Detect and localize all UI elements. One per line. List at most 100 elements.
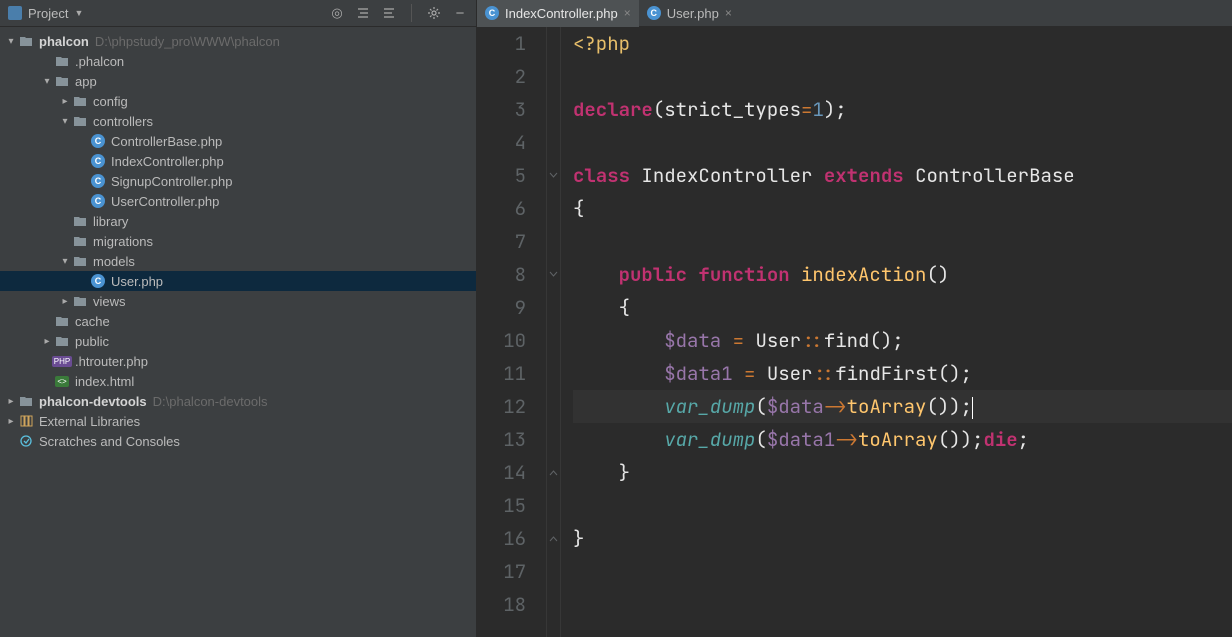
close-icon[interactable]: × bbox=[725, 6, 732, 20]
fold-start-icon bbox=[547, 258, 560, 291]
tree-item[interactable]: CControllerBase.php bbox=[0, 131, 476, 151]
code-line[interactable]: $data = User::find(); bbox=[573, 324, 1232, 357]
code-line[interactable] bbox=[573, 225, 1232, 258]
chevron-right-icon: ▸ bbox=[58, 296, 72, 307]
folder-icon bbox=[72, 113, 88, 129]
php-class-icon: C bbox=[90, 273, 106, 289]
tree-item-external-libraries[interactable]: ▸ External Libraries bbox=[0, 411, 476, 431]
fold-start-icon bbox=[547, 159, 560, 192]
tree-label: controllers bbox=[93, 114, 153, 129]
project-sidebar: Project ▼ ◎ − ▾ phalcon bbox=[0, 0, 477, 637]
folder-icon bbox=[72, 93, 88, 109]
php-class-icon: C bbox=[90, 193, 106, 209]
tree-item[interactable]: ▸public bbox=[0, 331, 476, 351]
tree-label: app bbox=[75, 74, 97, 89]
tree-label: cache bbox=[75, 314, 110, 329]
line-number: 3 bbox=[477, 93, 526, 126]
tree-item[interactable]: .phalcon bbox=[0, 51, 476, 71]
sidebar-header: Project ▼ ◎ − bbox=[0, 0, 476, 27]
folder-icon bbox=[18, 393, 34, 409]
code-line[interactable]: { bbox=[573, 192, 1232, 225]
hide-icon[interactable]: − bbox=[452, 5, 468, 21]
gear-icon[interactable] bbox=[426, 5, 442, 21]
expand-icon[interactable] bbox=[355, 5, 371, 21]
tree-item[interactable]: ▸ config bbox=[0, 91, 476, 111]
project-dropdown[interactable]: Project ▼ bbox=[8, 6, 83, 21]
code-line[interactable]: class IndexController extends Controller… bbox=[573, 159, 1232, 192]
code-line[interactable]: } bbox=[573, 522, 1232, 555]
code-line[interactable]: declare(strict_types=1); bbox=[573, 93, 1232, 126]
editor-body[interactable]: 123456789101112131415161718 <?phpdeclare… bbox=[477, 27, 1232, 637]
line-number: 14 bbox=[477, 456, 526, 489]
folder-icon bbox=[54, 313, 70, 329]
editor-tabs: CIndexController.php× C User.php × bbox=[477, 0, 1232, 27]
line-number: 9 bbox=[477, 291, 526, 324]
php-class-icon: C bbox=[647, 6, 661, 20]
tree-label: User.php bbox=[111, 274, 163, 289]
tab-label: User.php bbox=[667, 6, 719, 21]
code-line[interactable] bbox=[573, 555, 1232, 588]
code-line[interactable] bbox=[573, 126, 1232, 159]
tree-item[interactable]: <>index.html bbox=[0, 371, 476, 391]
tree-item[interactable]: C SignupController.php bbox=[0, 171, 476, 191]
chevron-right-icon: ▸ bbox=[4, 396, 18, 407]
code-line[interactable]: var_dump($data1->toArray());die; bbox=[573, 423, 1232, 456]
chevron-right-icon: ▸ bbox=[58, 96, 72, 107]
tree-item[interactable]: CUserController.php bbox=[0, 191, 476, 211]
code-line[interactable]: var_dump($data->toArray()); bbox=[573, 390, 1232, 423]
php-class-icon: C bbox=[90, 153, 106, 169]
library-icon bbox=[18, 413, 34, 429]
editor-pane: CIndexController.php×CUser.php× 12345678… bbox=[477, 0, 1232, 637]
line-number: 1 bbox=[477, 27, 526, 60]
line-number: 2 bbox=[477, 60, 526, 93]
chevron-down-icon: ▼ bbox=[74, 8, 83, 18]
editor-tab[interactable]: C User.php × bbox=[639, 0, 740, 27]
tree-item[interactable]: cache bbox=[0, 311, 476, 331]
folder-icon bbox=[18, 33, 34, 49]
tree-item-scratches[interactable]: Scratches and Consoles bbox=[0, 431, 476, 451]
tree-item[interactable]: CIndexController.php bbox=[0, 151, 476, 171]
close-icon[interactable]: × bbox=[624, 6, 631, 20]
tree-label: SignupController.php bbox=[111, 174, 232, 189]
code-line[interactable]: { bbox=[573, 291, 1232, 324]
tree-item-devtools[interactable]: ▸ phalcon-devtools D:\phalcon-devtools bbox=[0, 391, 476, 411]
code-line[interactable]: } bbox=[573, 456, 1232, 489]
code-line[interactable]: $data1 = User::findFirst(); bbox=[573, 357, 1232, 390]
code-line[interactable]: public function indexAction() bbox=[573, 258, 1232, 291]
tree-item[interactable]: migrations bbox=[0, 231, 476, 251]
code-line[interactable] bbox=[573, 60, 1232, 93]
target-icon[interactable]: ◎ bbox=[329, 5, 345, 21]
tree-item[interactable]: library bbox=[0, 211, 476, 231]
chevron-down-icon: ▾ bbox=[40, 76, 54, 87]
tree-path: D:\phalcon-devtools bbox=[153, 394, 268, 409]
project-label: Project bbox=[28, 6, 68, 21]
folder-icon bbox=[54, 53, 70, 69]
tree-label: models bbox=[93, 254, 135, 269]
tree-item[interactable]: ▾models bbox=[0, 251, 476, 271]
folder-icon bbox=[72, 213, 88, 229]
tree-item[interactable]: C User.php bbox=[0, 271, 476, 291]
tree-root[interactable]: ▾ phalcon D:\phpstudy_pro\WWW\phalcon bbox=[0, 31, 476, 51]
tree-label: config bbox=[93, 94, 128, 109]
line-number: 13 bbox=[477, 423, 526, 456]
tree-item[interactable]: PHP.htrouter.php bbox=[0, 351, 476, 371]
line-gutter: 123456789101112131415161718 bbox=[477, 27, 547, 637]
tree-item[interactable]: ▾ controllers bbox=[0, 111, 476, 131]
line-number: 17 bbox=[477, 555, 526, 588]
code-line[interactable]: <?php bbox=[573, 27, 1232, 60]
fold-end-icon bbox=[547, 456, 560, 489]
chevron-down-icon: ▾ bbox=[58, 116, 72, 127]
tree-item[interactable]: ▾ app bbox=[0, 71, 476, 91]
tree-label: views bbox=[93, 294, 126, 309]
tree-label: .htrouter.php bbox=[75, 354, 148, 369]
html-file-icon: <> bbox=[54, 373, 70, 389]
line-number: 8 bbox=[477, 258, 526, 291]
project-tree[interactable]: ▾ phalcon D:\phpstudy_pro\WWW\phalcon .p… bbox=[0, 27, 476, 637]
tree-item[interactable]: ▸ views bbox=[0, 291, 476, 311]
code-line[interactable] bbox=[573, 489, 1232, 522]
editor-tab[interactable]: CIndexController.php× bbox=[477, 0, 639, 27]
collapse-icon[interactable] bbox=[381, 5, 397, 21]
code-area[interactable]: <?php declare(strict_types=1);class Index… bbox=[561, 27, 1232, 637]
code-line[interactable] bbox=[573, 588, 1232, 621]
php-class-icon: C bbox=[90, 173, 106, 189]
